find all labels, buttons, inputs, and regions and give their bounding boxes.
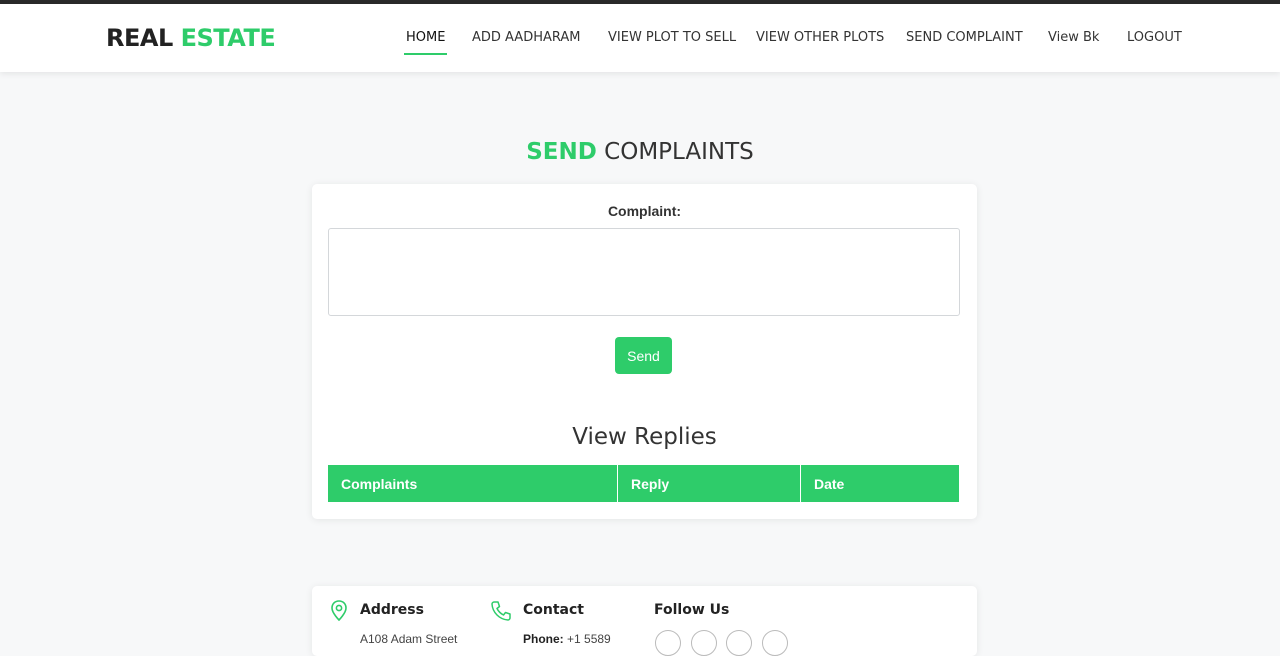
nav-view-bk[interactable]: View Bk [1048,30,1099,45]
phone-icon [491,601,511,621]
footer-phone-value: +1 5589 [567,632,611,646]
replies-header-row: Complaints Reply Date [328,465,959,502]
footer-address-text: A108 Adam Street [360,632,458,646]
footer-address-title: Address [360,602,424,618]
column-header-reply: Reply [617,465,801,502]
send-button[interactable]: Send [615,337,672,374]
nav-view-other-plots[interactable]: VIEW OTHER PLOTS [756,30,884,45]
footer-follow-title: Follow Us [654,602,730,618]
page-title-rest: COMPLAINTS [604,139,754,165]
site-header: REAL ESTATE HOME ADD AADHARAM VIEW PLOT … [0,4,1280,72]
column-header-date: Date [800,465,959,502]
nav-add-aadharam[interactable]: ADD AADHARAM [472,30,581,45]
nav-logout[interactable]: LOGOUT [1127,30,1182,45]
replies-table: Complaints Reply Date [328,465,959,502]
complaint-textarea[interactable] [328,228,960,316]
social-icon-1[interactable] [655,630,681,656]
nav-view-plot-to-sell[interactable]: VIEW PLOT TO SELL [608,30,736,45]
social-icon-4[interactable] [762,630,788,656]
footer-info: Address A108 Adam Street Contact Phone: … [312,586,977,656]
complaint-label: Complaint: [607,203,682,219]
page-title-accent: SEND [526,139,597,165]
column-header-complaints: Complaints [328,465,618,502]
footer-contact-title: Contact [523,602,584,618]
complaint-card: Complaint: Send View Replies Complaints … [312,184,977,519]
social-icon-2[interactable] [691,630,717,656]
page-title: SEND COMPLAINTS [0,139,1280,165]
footer-phone-label: Phone: [523,632,564,646]
map-pin-icon [331,600,347,622]
nav-home[interactable]: HOME [403,30,448,55]
nav-send-complaint[interactable]: SEND COMPLAINT [906,30,1023,45]
footer-contact-phone: Phone: +1 5589 [523,632,611,646]
main-nav: HOME ADD AADHARAM VIEW PLOT TO SELL VIEW… [0,30,1280,55]
replies-title: View Replies [572,424,717,450]
social-icon-3[interactable] [726,630,752,656]
